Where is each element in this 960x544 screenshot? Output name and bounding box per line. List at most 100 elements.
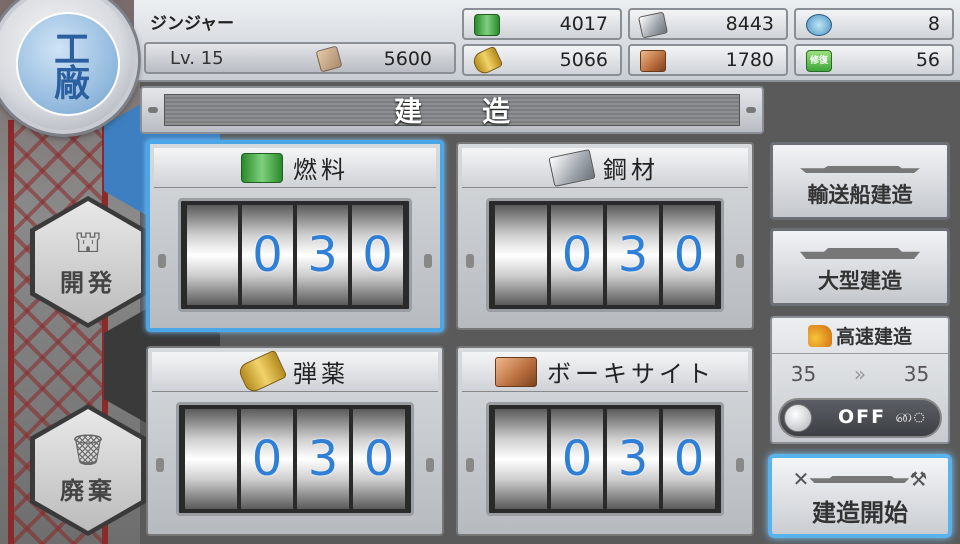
panel-label: ボーキサイト xyxy=(547,360,715,388)
furniture-coin-icon xyxy=(315,45,343,73)
transport-build-button[interactable]: 輸送船建造 xyxy=(770,142,950,220)
resource-steel: 8443 xyxy=(628,8,788,40)
counter-digit[interactable]: 0 xyxy=(241,409,293,509)
panel-label: 鋼材 xyxy=(603,156,659,184)
panel-header: 燃料 xyxy=(154,148,436,188)
start-build-label: 建造開始 xyxy=(812,499,908,527)
resource-fuel-value: 4017 xyxy=(559,13,608,35)
furniture-coins: 5600 xyxy=(383,48,432,70)
resource-instant-repair-value: 56 xyxy=(915,49,940,71)
counter-digit[interactable]: 0 xyxy=(663,205,715,305)
bolt-icon xyxy=(746,107,756,113)
large-build-button[interactable]: 大型建造 xyxy=(770,228,950,306)
counter-digit[interactable]: 0 xyxy=(353,409,405,509)
resource-dev-material-value: 8 xyxy=(927,13,940,35)
amount-counter[interactable]: 0 3 0 xyxy=(176,402,414,516)
fast-build-toggle[interactable]: OFF ை xyxy=(778,398,942,438)
knob-icon xyxy=(426,458,434,472)
resource-fuel: 4017 xyxy=(462,8,622,40)
start-build-icons: ✕ ⚒ xyxy=(793,469,928,489)
wrench-icon: ✕ xyxy=(792,467,810,491)
counter-digit[interactable]: 0 xyxy=(663,409,715,509)
resource-panel-bauxite[interactable]: ボーキサイト 0 3 0 xyxy=(456,346,754,536)
counter-digit[interactable]: 0 xyxy=(242,205,293,305)
counter-digit[interactable] xyxy=(187,205,238,305)
fast-build-header: 高速建造 xyxy=(772,318,948,354)
ship-icon xyxy=(809,471,910,483)
knob-icon xyxy=(466,458,474,472)
knob-icon xyxy=(736,254,744,268)
fast-build-counts: 35 » 35 xyxy=(772,362,948,386)
resource-instant-repair: 修復 56 xyxy=(794,44,954,76)
steel-ingot-icon xyxy=(548,148,596,187)
resource-panel-ammo[interactable]: 弾薬 0 3 0 xyxy=(146,346,444,536)
side-menu-develop-label: 開発 xyxy=(60,268,116,297)
development-material-icon xyxy=(806,14,832,36)
panel-label: 弾薬 xyxy=(293,360,349,388)
toggle-knob[interactable] xyxy=(784,404,812,432)
fuel-barrels-icon xyxy=(241,152,283,183)
panel-header: 弾薬 xyxy=(152,349,438,394)
panel-header: 鋼材 xyxy=(462,148,748,188)
resource-panel-fuel[interactable]: 燃料 0 3 0 xyxy=(146,140,444,332)
amount-counter[interactable]: 0 3 0 xyxy=(178,198,412,312)
fast-build-panel: 高速建造 35 » 35 OFF ை xyxy=(770,316,950,444)
knob-icon xyxy=(466,254,474,268)
player-level: Lv. 15 xyxy=(170,47,224,69)
chevron-right-icon: » xyxy=(853,362,867,386)
counter-digit[interactable]: 0 xyxy=(551,205,603,305)
counter-digit[interactable]: 3 xyxy=(607,409,659,509)
swirl-icon: ை xyxy=(895,406,926,427)
resource-dev-material: 8 xyxy=(794,8,954,40)
bauxite-ore-icon xyxy=(495,356,537,387)
construction-title-bar: 建造 xyxy=(140,86,764,134)
instant-repair-icon: 修復 xyxy=(806,50,832,72)
counter-digit[interactable]: 3 xyxy=(297,205,348,305)
bolt-icon xyxy=(148,107,158,113)
fast-build-label: 高速建造 xyxy=(835,326,912,348)
fuel-icon xyxy=(474,14,500,36)
resource-ammo-value: 5066 xyxy=(559,49,608,71)
burner-count-before: 35 xyxy=(790,362,817,386)
page-title: 建造 xyxy=(393,95,570,128)
bauxite-icon xyxy=(640,50,666,72)
resource-steel-value: 8443 xyxy=(725,13,774,35)
resource-bauxite-value: 1780 xyxy=(725,49,774,71)
factory-emblem-inner: 工廠 xyxy=(16,12,120,116)
large-build-label: 大型建造 xyxy=(818,269,902,293)
side-menu-scrap-label: 廃棄 xyxy=(60,476,116,505)
counter-digit[interactable]: 3 xyxy=(607,205,659,305)
amount-counter[interactable]: 0 3 0 xyxy=(486,402,724,516)
transport-build-label: 輸送船建造 xyxy=(807,183,913,207)
title-plate: 建造 xyxy=(164,94,740,128)
resource-ammo: 5066 xyxy=(462,44,622,77)
trash-icon: 🗑 xyxy=(68,432,108,468)
counter-digit[interactable] xyxy=(185,409,237,509)
knob-icon xyxy=(736,458,744,472)
counter-digit[interactable] xyxy=(495,205,547,305)
transport-ship-icon xyxy=(800,161,920,173)
knob-icon xyxy=(158,254,166,268)
counter-digit[interactable]: 0 xyxy=(352,205,403,305)
burner-count-after: 35 xyxy=(903,362,930,386)
counter-digit[interactable] xyxy=(495,409,547,509)
burner-icon xyxy=(807,324,832,347)
ammo-icon xyxy=(470,45,504,77)
start-build-button[interactable]: ✕ ⚒ 建造開始 xyxy=(768,454,952,538)
ammo-shells-icon xyxy=(236,349,288,394)
battleship-icon xyxy=(800,241,920,259)
hammer-icon: ⚒ xyxy=(909,467,928,491)
steel-icon xyxy=(637,11,669,39)
panel-label: 燃料 xyxy=(293,156,349,184)
panel-header: ボーキサイト xyxy=(462,352,748,392)
counter-digit[interactable]: 3 xyxy=(297,409,349,509)
counter-digit[interactable]: 0 xyxy=(551,409,603,509)
level-box: Lv. 15 5600 xyxy=(144,42,456,74)
knob-icon xyxy=(156,458,164,472)
amount-counter[interactable]: 0 3 0 xyxy=(486,198,724,312)
turret-icon: ⛫ xyxy=(74,224,102,260)
resource-panel-steel[interactable]: 鋼材 0 3 0 xyxy=(456,142,754,330)
player-name: ジンジャー xyxy=(150,14,235,34)
knob-icon xyxy=(424,254,432,268)
factory-emblem-text: 工廠 xyxy=(48,30,90,98)
